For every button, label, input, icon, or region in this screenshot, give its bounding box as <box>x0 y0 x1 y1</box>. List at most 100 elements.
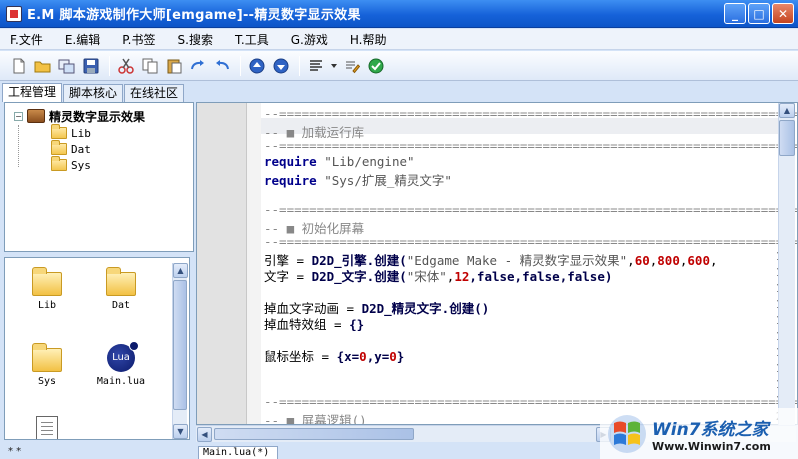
document-tab[interactable]: Main.lua(*) <box>198 446 278 459</box>
code-line-3: --======================================… <box>264 138 798 153</box>
folder-icon <box>32 343 62 372</box>
panel-tabs: 工程管理 脚本核心 在线社区 <box>0 83 200 102</box>
tree-item-dat[interactable]: Dat <box>51 140 91 157</box>
redo-icon[interactable] <box>187 55 209 77</box>
scroll-up-button[interactable]: ▲ <box>779 103 795 118</box>
close-button[interactable]: ✕ <box>772 3 794 24</box>
lua-badge: Lua <box>112 352 130 363</box>
folder-icon <box>51 124 67 139</box>
tree-item-label: Lib <box>71 126 91 140</box>
copy-window-icon[interactable] <box>56 55 78 77</box>
table-literal: {x= <box>336 349 360 364</box>
string: "Sys/扩展_精灵文字" <box>316 173 452 188</box>
run-check-icon[interactable] <box>365 55 387 77</box>
code-line-14: 掉血特效组 = {} <box>264 314 364 333</box>
tree-item-sys[interactable]: Sys <box>51 156 91 173</box>
copy-icon[interactable] <box>139 55 161 77</box>
number: 800 <box>657 253 680 268</box>
scroll-thumb[interactable] <box>779 120 795 156</box>
string: "宋体" <box>406 269 447 284</box>
file-item-dat[interactable]: Dat <box>91 267 151 311</box>
code-line-20: -- ■ 屏幕逻辑() <box>264 413 367 425</box>
edit-icon[interactable] <box>341 55 363 77</box>
scroll-left-button[interactable]: ◀ <box>197 427 212 442</box>
menu-edit[interactable]: E.编辑 <box>65 31 100 48</box>
file-item-sys[interactable]: Sys <box>17 343 77 387</box>
keyword: require <box>264 173 317 188</box>
file-item-lib[interactable]: Lib <box>17 267 77 311</box>
project-icon <box>27 109 45 123</box>
tab-project-manager[interactable]: 工程管理 <box>2 83 63 102</box>
menu-tools-key: T <box>234 32 241 47</box>
code-line-11: 文字 = D2D_文字.创建("宋体",12,false,false,false… <box>264 266 612 285</box>
fold-margin <box>247 103 261 424</box>
project-tree: − 精灵数字显示效果 Lib Dat Sys <box>4 102 194 252</box>
new-file-icon[interactable] <box>8 55 30 77</box>
menu-file[interactable]: F.文件 <box>10 31 43 48</box>
number: 0 <box>389 349 397 364</box>
menu-tools[interactable]: T.工具 <box>235 31 269 48</box>
menu-tools-label: 工具 <box>244 32 269 47</box>
left-status-text: * * <box>8 446 22 457</box>
toolbar <box>0 51 798 81</box>
code-line-4: require "Lib/engine" <box>264 154 415 169</box>
scroll-thumb[interactable] <box>173 280 187 410</box>
scroll-thumb[interactable] <box>214 428 414 440</box>
folder-icon <box>106 267 136 296</box>
lua-icon: Lua <box>107 341 139 372</box>
line-number-gutter <box>197 103 247 424</box>
minimize-button[interactable]: _ <box>724 3 746 24</box>
keyword: require <box>264 154 317 169</box>
identifier: 鼠标坐标 = <box>264 349 337 364</box>
separator: , <box>627 253 635 268</box>
menu-help[interactable]: H.帮助 <box>350 31 387 48</box>
function-call: D2D_文字.创建( <box>311 269 407 284</box>
menu-bookmark[interactable]: P.书签 <box>122 31 155 48</box>
number: 0 <box>359 349 367 364</box>
paste-icon[interactable] <box>163 55 185 77</box>
code-line-7: --======================================… <box>264 202 798 217</box>
scroll-up-button[interactable]: ▲ <box>173 263 188 278</box>
editor-vertical-scrollbar[interactable]: ▲ <box>778 103 795 425</box>
menu-bar: F.文件 E.编辑 P.书签 S.搜索 T.工具 G.游戏 H.帮助 <box>0 29 798 50</box>
save-icon[interactable] <box>80 55 102 77</box>
move-down-icon[interactable] <box>270 55 292 77</box>
open-folder-icon[interactable] <box>32 55 54 77</box>
menu-file-label: 文件 <box>18 32 43 47</box>
tab-online-community[interactable]: 在线社区 <box>124 84 185 102</box>
file-browser: Lib Dat Sys Lua Main.lua <box>4 257 190 440</box>
code-line-16: 鼠标坐标 = {x=0,y=0} <box>264 346 404 365</box>
tab-script-core[interactable]: 脚本核心 <box>63 84 124 102</box>
format-icon[interactable] <box>305 55 327 77</box>
code-line-9: --======================================… <box>264 234 798 249</box>
tree-root[interactable]: − 精灵数字显示效果 <box>14 108 145 124</box>
scroll-down-button[interactable]: ▼ <box>173 424 188 439</box>
file-browser-scrollbar[interactable]: ▲ ▼ <box>172 263 188 439</box>
table-literal: {} <box>349 317 365 332</box>
code-editor[interactable]: 1234567891011121314151617181920 --======… <box>196 102 798 425</box>
undo-icon[interactable] <box>211 55 233 77</box>
menu-bookmark-label: 书签 <box>131 32 156 47</box>
main-window: E.M 脚本游戏制作大师[emgame]--精灵数字显示效果 _ □ ✕ F.文… <box>0 0 798 459</box>
identifier: 文字 = <box>264 269 312 284</box>
watermark-url: Www.Winwin7.com <box>652 439 771 453</box>
file-item-document[interactable] <box>17 416 77 439</box>
dropdown-icon[interactable] <box>329 55 339 77</box>
menu-file-key: F <box>10 32 15 47</box>
toolbar-separator <box>240 55 241 76</box>
document-icon <box>36 416 58 439</box>
app-icon <box>6 5 22 22</box>
file-item-main-lua[interactable]: Lua Main.lua <box>91 341 151 387</box>
move-up-icon[interactable] <box>246 55 268 77</box>
maximize-button[interactable]: □ <box>748 3 770 24</box>
menu-edit-label: 编辑 <box>76 32 101 47</box>
menu-search[interactable]: S.搜索 <box>177 31 212 48</box>
tree-item-lib[interactable]: Lib <box>51 124 91 141</box>
menu-help-label: 帮助 <box>362 32 387 47</box>
menu-search-label: 搜索 <box>188 32 213 47</box>
code-line-5: require "Sys/扩展_精灵文字" <box>264 170 452 189</box>
cut-icon[interactable] <box>115 55 137 77</box>
menu-game[interactable]: G.游戏 <box>291 31 328 48</box>
tree-guide-line <box>18 125 19 167</box>
collapse-icon[interactable]: − <box>14 111 23 121</box>
